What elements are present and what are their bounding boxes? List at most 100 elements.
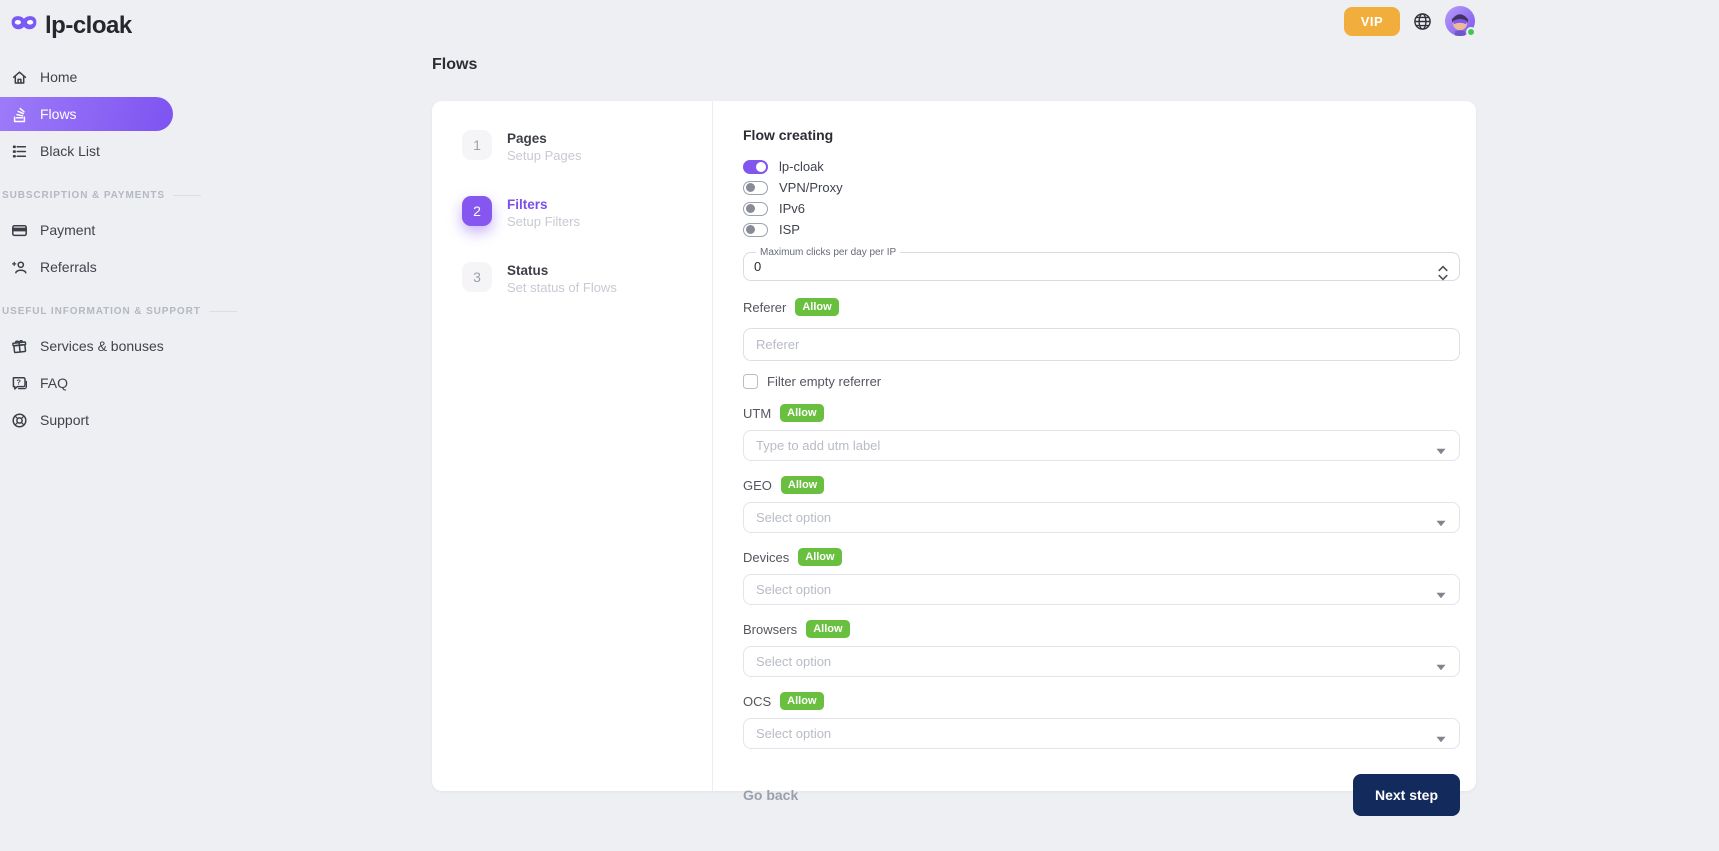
toggle-vpn-proxy[interactable]: VPN/Proxy (743, 177, 1460, 198)
geo-placeholder: Select option (756, 510, 831, 525)
flow-wizard-card: 1 Pages Setup Pages 2 Filters Setup Filt… (432, 101, 1476, 791)
max-clicks-stepper[interactable] (1438, 265, 1448, 286)
utm-label: UTM (743, 406, 771, 421)
go-back-button[interactable]: Go back (743, 787, 798, 803)
step-title: Filters (507, 196, 580, 213)
filter-group-devices: Devices Allow Select option (743, 548, 1460, 605)
sidebar-section-title: SUBSCRIPTION & PAYMENTS (2, 190, 165, 201)
toggle-switch[interactable] (743, 223, 768, 237)
browsers-allow-badge[interactable]: Allow (806, 620, 849, 638)
ocs-placeholder: Select option (756, 726, 831, 741)
referer-allow-badge[interactable]: Allow (795, 298, 838, 316)
toggle-label: VPN/Proxy (779, 180, 843, 195)
step-subtitle: Setup Filters (507, 213, 580, 230)
toggle-lp-cloak[interactable]: lp-cloak (743, 156, 1460, 177)
chevron-down-icon (1436, 659, 1446, 674)
sidebar-item-label: Black List (40, 143, 100, 159)
toggle-list: lp-cloak VPN/Proxy IPv6 ISP (743, 156, 1460, 240)
vip-button[interactable]: VIP (1344, 7, 1400, 36)
step-title: Status (507, 262, 617, 279)
payment-card-icon (10, 221, 28, 239)
utm-select[interactable]: Type to add utm label (743, 430, 1460, 461)
app: lp-cloak VIP (0, 0, 1719, 851)
faq-bubble-icon: ? (10, 374, 28, 392)
step-filters[interactable]: 2 Filters Setup Filters (462, 196, 712, 230)
sidebar-item-referrals[interactable]: Referrals (0, 250, 173, 284)
filter-group-ocs: OCS Allow Select option (743, 692, 1460, 749)
sidebar-item-faq[interactable]: ? FAQ (0, 366, 173, 400)
sidebar-item-label: Support (40, 412, 89, 428)
checkbox-box[interactable] (743, 374, 758, 389)
sidebar-section-title: USEFUL INFORMATION & SUPPORT (2, 306, 201, 317)
sidebar-item-label: Payment (40, 222, 95, 238)
chevron-down-icon (1436, 443, 1446, 458)
sidebar-item-support[interactable]: Support (0, 403, 173, 437)
toggle-switch[interactable] (743, 160, 768, 174)
max-clicks-input[interactable] (754, 259, 1380, 274)
toggle-label: lp-cloak (779, 159, 824, 174)
devices-select[interactable]: Select option (743, 574, 1460, 605)
section-divider (173, 195, 201, 196)
geo-select[interactable]: Select option (743, 502, 1460, 533)
next-step-button[interactable]: Next step (1353, 774, 1460, 816)
language-globe-icon[interactable] (1413, 12, 1432, 31)
toggle-switch[interactable] (743, 202, 768, 216)
step-number: 1 (462, 130, 492, 160)
brand-logo[interactable]: lp-cloak (10, 12, 132, 40)
sidebar-item-black-list[interactable]: Black List (0, 134, 173, 168)
mask-logo-icon (10, 13, 38, 39)
toggle-switch[interactable] (743, 181, 768, 195)
utm-allow-badge[interactable]: Allow (780, 404, 823, 422)
main-content: Flows 1 Pages Setup Pages 2 Filters Setu… (432, 56, 1476, 791)
sidebar-item-label: Services & bonuses (40, 338, 164, 354)
step-title: Pages (507, 130, 581, 147)
sidebar-section-header: SUBSCRIPTION & PAYMENTS (0, 190, 210, 201)
step-pages[interactable]: 1 Pages Setup Pages (462, 130, 712, 164)
topbar: VIP (1344, 6, 1475, 36)
step-number: 2 (462, 196, 492, 226)
section-divider (209, 311, 237, 312)
referer-input[interactable] (743, 328, 1460, 361)
wizard-steps: 1 Pages Setup Pages 2 Filters Setup Filt… (432, 101, 713, 791)
support-lifering-icon (10, 411, 28, 429)
toggle-label: ISP (779, 222, 800, 237)
geo-allow-badge[interactable]: Allow (781, 476, 824, 494)
flows-icon (10, 105, 28, 123)
devices-label: Devices (743, 550, 789, 565)
form-title: Flow creating (743, 127, 1460, 143)
toggle-isp[interactable]: ISP (743, 219, 1460, 240)
sidebar: Home Flows Black List SUBSCRIPTION & PAY… (0, 60, 210, 440)
flow-creating-form: Flow creating lp-cloak VPN/Proxy IPv6 IS… (713, 101, 1476, 791)
ocs-allow-badge[interactable]: Allow (780, 692, 823, 710)
filter-group-utm: UTM Allow Type to add utm label (743, 404, 1460, 461)
browsers-placeholder: Select option (756, 654, 831, 669)
svg-text:?: ? (16, 377, 21, 386)
ocs-label: OCS (743, 694, 771, 709)
user-avatar[interactable] (1445, 6, 1475, 36)
sidebar-item-label: Home (40, 69, 77, 85)
toggle-ipv6[interactable]: IPv6 (743, 198, 1460, 219)
blacklist-icon (10, 142, 28, 160)
sidebar-item-services-bonuses[interactable]: Services & bonuses (0, 329, 173, 363)
browsers-select[interactable]: Select option (743, 646, 1460, 677)
devices-placeholder: Select option (756, 582, 831, 597)
sidebar-item-payment[interactable]: Payment (0, 213, 173, 247)
filter-group-geo: GEO Allow Select option (743, 476, 1460, 533)
devices-allow-badge[interactable]: Allow (798, 548, 841, 566)
filter-empty-referrer-checkbox[interactable]: Filter empty referrer (743, 374, 1460, 389)
toggle-label: IPv6 (779, 201, 805, 216)
browsers-label: Browsers (743, 622, 797, 637)
sidebar-item-home[interactable]: Home (0, 60, 173, 94)
chevron-down-icon (1436, 515, 1446, 530)
sidebar-item-flows[interactable]: Flows (0, 97, 173, 131)
step-status[interactable]: 3 Status Set status of Flows (462, 262, 712, 296)
ocs-select[interactable]: Select option (743, 718, 1460, 749)
page-title: Flows (432, 56, 1476, 74)
filter-groups: UTM Allow Type to add utm label GEO Allo… (743, 404, 1460, 749)
referrals-person-icon (10, 258, 28, 276)
sidebar-section-header: USEFUL INFORMATION & SUPPORT (0, 306, 210, 317)
referer-label: Referer (743, 300, 786, 315)
sidebar-item-label: Referrals (40, 259, 97, 275)
utm-placeholder: Type to add utm label (756, 438, 880, 453)
max-clicks-label: Maximum clicks per day per IP (756, 247, 900, 258)
